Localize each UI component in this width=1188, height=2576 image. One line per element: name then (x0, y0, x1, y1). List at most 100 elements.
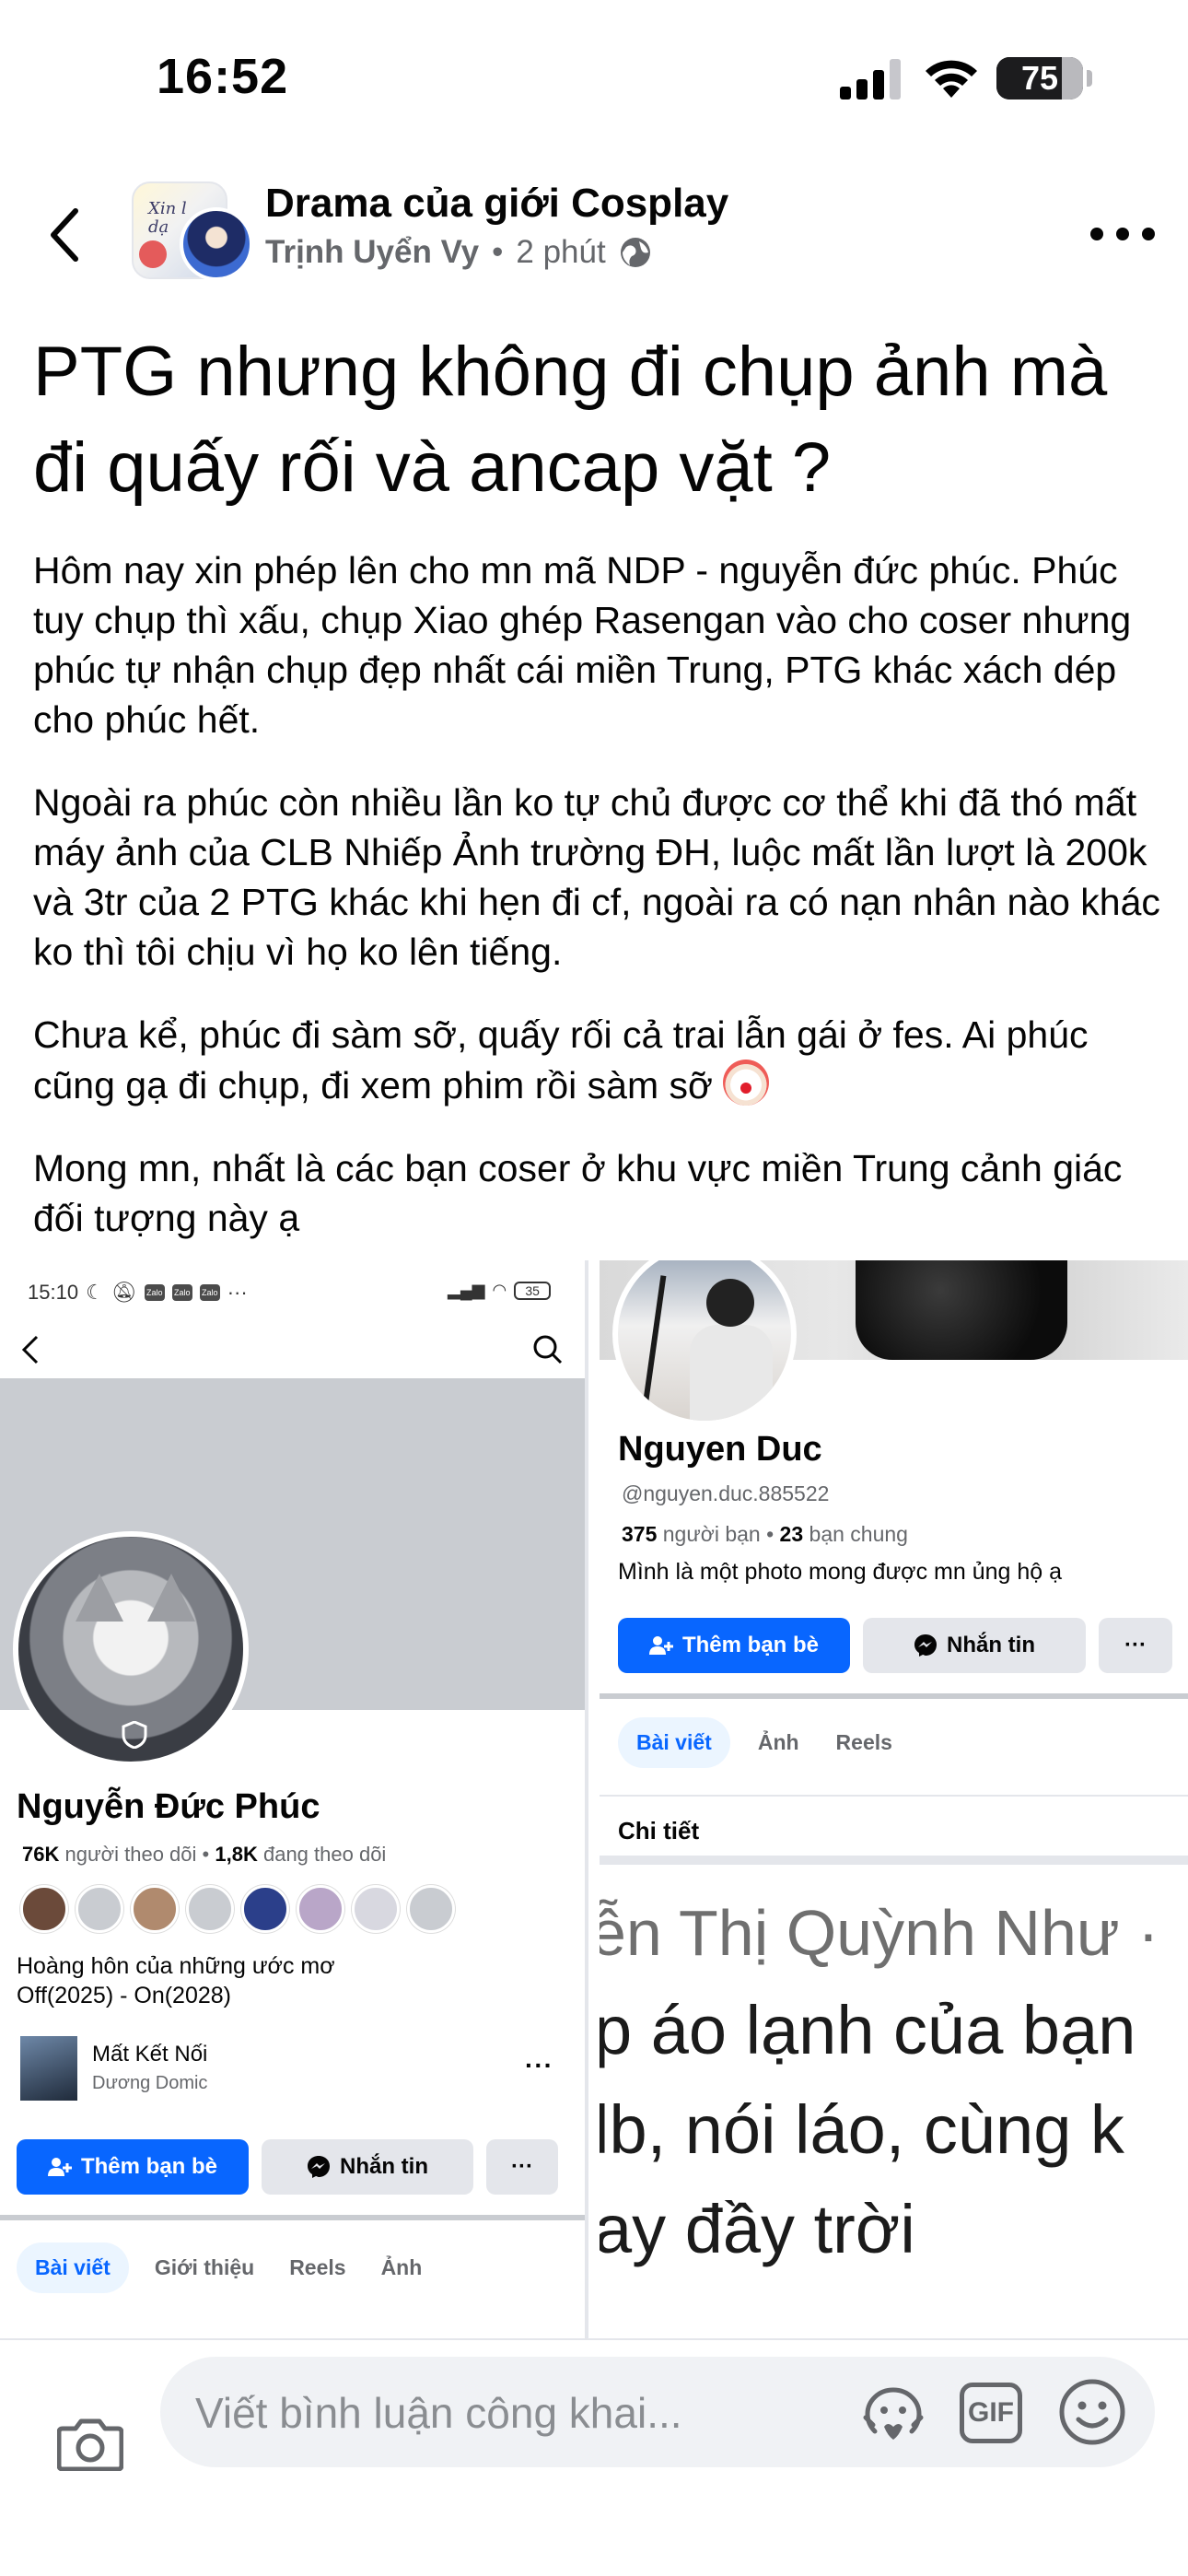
messenger-icon (914, 1634, 937, 1657)
friend-avatar (407, 1885, 455, 1933)
profile-actions: Thêm bạn bè Nhắn tin ··· (17, 2139, 558, 2195)
post-body: Hôm nay xin phép lên cho mn mã NDP - ngu… (33, 545, 1166, 1276)
clown-emoji-icon (723, 1060, 770, 1106)
divider (600, 1693, 1188, 1699)
moon-icon: ☾ (86, 1281, 104, 1304)
author-name[interactable]: Trịnh Uyển Vy (265, 234, 479, 271)
zoom-line: ay đầy trời (600, 2191, 915, 2267)
search-icon (533, 1335, 563, 1364)
camera-lens-graphic (856, 1260, 1067, 1360)
comment-placeholder: Viết bình luận công khai... (195, 2389, 682, 2437)
music-title: Mất Kết Nối (92, 2042, 208, 2067)
zoom-line: p áo lạnh của bạn (600, 1992, 1136, 2068)
add-friend-label: Thêm bạn bè (80, 2154, 218, 2179)
friends-label: người bạn (662, 1522, 761, 1546)
battery-level: 75 (1020, 59, 1059, 97)
back-button[interactable] (37, 198, 92, 272)
screenshot-nav (0, 1316, 585, 1386)
more-button: ··· (486, 2139, 558, 2195)
add-friend-button: Thêm bạn bè (618, 1618, 850, 1673)
wifi-icon (926, 60, 977, 98)
comment-bar: Viết bình luận công khai... GIF (0, 2338, 1188, 2576)
battery-indicator: 75 (996, 57, 1083, 100)
profile-stats: 76K người theo dõi • 1,8K đang theo dõi (22, 1843, 387, 1866)
wifi-icon: ◠ (492, 1281, 507, 1299)
post-paragraph-text: Chưa kể, phúc đi sàm sỡ, quấy rối cả tra… (33, 1013, 1089, 1107)
messenger-icon (308, 2156, 330, 2178)
separator-dot: • (492, 234, 504, 270)
chevron-left-icon (21, 1335, 39, 1364)
group-name[interactable]: Drama của giới Cosplay (265, 181, 728, 227)
zalo-icon: Zalo (199, 1284, 220, 1301)
bell-off-icon: 🔕︎ (111, 1281, 137, 1304)
post-image-left[interactable]: 15:10 ☾ 🔕︎ Zalo Zalo Zalo ··· ▂▄▆ ◠ 35 N… (0, 1260, 588, 2338)
add-friend-icon (47, 2158, 72, 2176)
message-button: Nhắn tin (863, 1618, 1086, 1673)
signal-icon (840, 59, 901, 100)
mutual-label: bạn chung (809, 1522, 908, 1546)
camera-icon (57, 2418, 123, 2471)
group-avatar[interactable]: Xin l dạ (132, 181, 253, 283)
divider (600, 1795, 1188, 1797)
add-friend-label: Thêm bạn bè (681, 1633, 820, 1657)
emoji-icon[interactable] (1057, 2377, 1127, 2447)
post-paragraph: Ngoài ra phúc còn nhiều lần ko tự chủ đư… (33, 781, 1160, 973)
screenshot-status-right: ▂▄▆ ◠ 35 (448, 1281, 552, 1300)
music-artist: Dương Domic (92, 2073, 208, 2093)
profile-name: Nguyễn Đức Phúc (17, 1787, 320, 1826)
message-label: Nhắn tin (947, 1633, 1035, 1657)
signal-icon: ▂▄▆ (448, 1281, 485, 1299)
section-details: Chi tiết (618, 1817, 700, 1844)
globe-icon (620, 238, 650, 267)
post-image-right[interactable]: Nguyen Duc @nguyen.duc.885522 375 người … (600, 1260, 1188, 2338)
add-friend-icon (648, 1636, 673, 1655)
dot-icon (1142, 228, 1155, 240)
friend-avatar (352, 1885, 400, 1933)
post-paragraph: Mong mn, nhất là các bạn coser ở khu vực… (33, 1147, 1123, 1239)
friend-avatar (186, 1885, 234, 1933)
comment-input[interactable]: Viết bình luận công khai... GIF (160, 2357, 1155, 2467)
screenshot-battery: 35 (514, 1281, 552, 1300)
music-more-icon: ··· (525, 2051, 553, 2079)
gif-button[interactable]: GIF (960, 2383, 1022, 2443)
divider (600, 1856, 1188, 1865)
dot-icon (1090, 228, 1103, 240)
friend-avatar (131, 1885, 179, 1933)
profile-name: Nguyen Duc (618, 1430, 822, 1469)
tab-posts: Bài viết (618, 1717, 730, 1768)
mutual-count: 23 (779, 1522, 804, 1546)
camera-button[interactable] (53, 2406, 127, 2480)
author-avatar[interactable] (180, 207, 253, 281)
friend-avatar (241, 1885, 289, 1933)
profile-tabs: Bài viết Giới thiệu Reels Ảnh (17, 2242, 431, 2293)
friend-avatar (20, 1885, 68, 1933)
post-subline: Trịnh Uyển Vy • 2 phút (265, 234, 728, 271)
more-options-button[interactable] (1090, 216, 1155, 252)
message-label: Nhắn tin (340, 2154, 428, 2179)
profile-avatar (13, 1531, 249, 1767)
status-more: ··· (227, 1281, 248, 1304)
message-button: Nhắn tin (262, 2139, 473, 2195)
battery-cap (1087, 70, 1092, 87)
zoom-line: ễn Thị Quỳnh Như · (600, 1897, 1159, 1969)
following-label: đang theo dõi (262, 1843, 387, 1866)
zalo-icon: Zalo (171, 1284, 192, 1301)
post-time[interactable]: 2 phút (516, 234, 605, 271)
post-paragraph: Chưa kể, phúc đi sàm sỡ, quấy rối cả tra… (33, 1010, 1166, 1110)
profile-handle: @nguyen.duc.885522 (622, 1481, 830, 1505)
tab-posts: Bài viết (17, 2242, 129, 2293)
profile-tabs: Bài viết Ảnh Reels (618, 1717, 902, 1768)
shield-icon (122, 1721, 147, 1749)
avatar-sticker-icon[interactable] (860, 2383, 926, 2445)
profile-bio: Mình là một photo mong được mn ủng hộ ạ (618, 1559, 1063, 1585)
tab-reels: Reels (835, 1730, 892, 1754)
status-bar: 16:52 75 (0, 0, 1188, 157)
more-button: ··· (1099, 1618, 1172, 1673)
followers-label: người theo dõi (64, 1843, 197, 1866)
friend-avatar (297, 1885, 344, 1933)
zoomed-text-crop: ễn Thị Quỳnh Như · p áo lạnh của bạn lb,… (600, 1865, 1188, 2338)
profile-avatar (612, 1260, 797, 1426)
status-time: 16:52 (157, 49, 289, 104)
post-meta: Drama của giới Cosplay Trịnh Uyển Vy • 2… (265, 181, 728, 271)
dot-icon (1116, 228, 1129, 240)
